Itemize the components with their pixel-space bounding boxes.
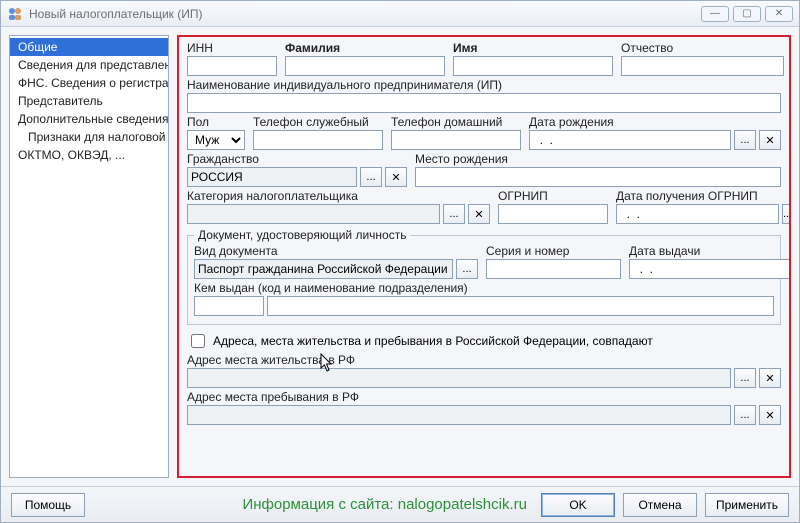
label-work-phone: Телефон служебный [253,115,383,129]
window-controls: — ▢ ✕ [701,6,793,22]
label-surname: Фамилия [285,41,445,55]
label-full-ip-name: Наименование индивидуального предпринима… [187,78,781,92]
close-button[interactable]: ✕ [765,6,793,22]
dialog-window: Новый налогоплательщик (ИП) — ▢ ✕ Общие … [0,0,800,523]
nav-item-fns-registration[interactable]: ФНС. Сведения о регистрац [10,74,168,92]
ok-button[interactable]: OK [541,493,615,517]
taxpayer-category-clear-button[interactable]: ✕ [468,204,490,224]
surname-input[interactable] [285,56,445,76]
cancel-button[interactable]: Отмена [623,493,697,517]
doc-issue-date-input[interactable] [629,259,791,279]
addresses-same-label: Адреса, места жительства и пребывания в … [213,334,653,348]
name-input[interactable] [453,56,613,76]
addr-stay-pick-button[interactable]: ... [734,405,756,425]
nav-item-tax-signs[interactable]: Признаки для налоговой о [10,128,168,146]
label-ogrnip: ОГРНИП [498,189,608,203]
nav-item-general[interactable]: Общие [10,38,168,56]
full-ip-name-input[interactable] [187,93,781,113]
label-addr-stay: Адрес места пребывания в РФ [187,390,781,404]
addr-stay-clear-button[interactable]: ✕ [759,405,781,425]
window-title: Новый налогоплательщик (ИП) [29,7,701,21]
nav-panel: Общие Сведения для представлени ФНС. Све… [9,35,169,478]
nav-item-additional[interactable]: Дополнительные сведения [10,110,168,128]
ogrnip-date-input[interactable] [616,204,779,224]
citizenship-input[interactable] [187,167,357,187]
addr-residence-input[interactable] [187,368,731,388]
addr-residence-pick-button[interactable]: ... [734,368,756,388]
birth-date-input[interactable] [529,130,731,150]
label-home-phone: Телефон домашний [391,115,521,129]
work-phone-input[interactable] [253,130,383,150]
label-inn: ИНН [187,41,277,55]
taxpayer-category-pick-button[interactable]: ... [443,204,465,224]
app-icon [7,6,23,22]
label-doc-issue-date: Дата выдачи [629,244,774,258]
birth-place-input[interactable] [415,167,781,187]
label-name: Имя [453,41,613,55]
dialog-footer: Помощь Информация с сайта: nalogopatelsh… [1,486,799,522]
addresses-same-checkbox[interactable] [191,334,205,348]
home-phone-input[interactable] [391,130,521,150]
minimize-button[interactable]: — [701,6,729,22]
issued-by-name-input[interactable] [267,296,774,316]
patronymic-input[interactable] [621,56,784,76]
ogrnip-date-pick-button[interactable]: ... [782,204,791,224]
addr-stay-input[interactable] [187,405,731,425]
maximize-button[interactable]: ▢ [733,6,761,22]
addresses-same-checkbox-row[interactable]: Адреса, места жительства и пребывания в … [187,331,781,351]
label-citizenship: Гражданство [187,152,407,166]
ogrnip-input[interactable] [498,204,608,224]
issued-by-code-input[interactable] [194,296,264,316]
doc-type-input[interactable] [194,259,453,279]
sex-select[interactable]: Муж [187,130,245,150]
label-taxpayer-category: Категория налогоплательщика [187,189,490,203]
inn-input[interactable] [187,56,277,76]
watermark-text: Информация с сайта: nalogopatelshcik.ru [242,496,527,513]
identity-document-legend: Документ, удостоверяющий личность [194,228,410,242]
doc-type-pick-button[interactable]: ... [456,259,478,279]
label-patronymic: Отчество [621,41,784,55]
label-doc-series: Серия и номер [486,244,621,258]
nav-item-presentation[interactable]: Сведения для представлени [10,56,168,74]
birth-date-clear-button[interactable]: ✕ [759,130,781,150]
doc-series-input[interactable] [486,259,621,279]
label-issued-by: Кем выдан (код и наименование подразделе… [194,281,774,295]
taxpayer-category-input[interactable] [187,204,440,224]
label-birth-place: Место рождения [415,152,781,166]
titlebar: Новый налогоплательщик (ИП) — ▢ ✕ [1,1,799,27]
birth-date-pick-button[interactable]: ... [734,130,756,150]
identity-document-section: Документ, удостоверяющий личность Вид до… [187,228,781,325]
label-doc-type: Вид документа [194,244,478,258]
label-ogrnip-date: Дата получения ОГРНИП [616,189,781,203]
label-addr-residence: Адрес места жительства в РФ [187,353,781,367]
citizenship-clear-button[interactable]: ✕ [385,167,407,187]
apply-button[interactable]: Применить [705,493,789,517]
citizenship-pick-button[interactable]: ... [360,167,382,187]
nav-item-representative[interactable]: Представитель [10,92,168,110]
dialog-body: Общие Сведения для представлени ФНС. Све… [1,27,799,486]
label-birth-date: Дата рождения [529,115,781,129]
help-button[interactable]: Помощь [11,493,85,517]
label-sex: Пол [187,115,245,129]
nav-item-oktmo-okved[interactable]: ОКТМО, ОКВЭД, ... [10,146,168,164]
form-panel: ИНН Фамилия Имя Отчество [177,35,791,478]
addr-residence-clear-button[interactable]: ✕ [759,368,781,388]
